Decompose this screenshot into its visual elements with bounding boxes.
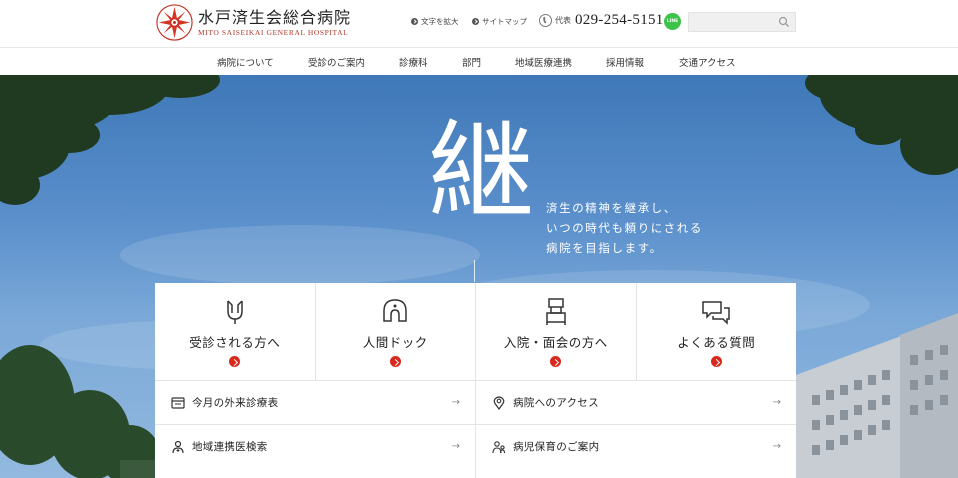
search-icon[interactable]: [778, 16, 790, 28]
card-inpatient-visitor-label: 入院・面会の方へ: [503, 335, 608, 350]
logo-subtitle: MITO SAISEIKAI GENERAL HOSPITAL: [198, 27, 349, 37]
childcare-icon: [492, 440, 506, 453]
saiseikai-emblem-icon: [156, 4, 193, 41]
card-health-checkup-label: 人間ドック: [362, 335, 428, 350]
bed-icon: [546, 298, 566, 325]
arrow-right-icon: →: [772, 441, 781, 452]
hero-message-line-1: 済生の精神を継承し、: [546, 201, 677, 215]
arrow-right-icon: →: [451, 441, 460, 452]
link-regional-doctor-search[interactable]: 地域連携医検索 →: [155, 424, 475, 468]
text-size-link[interactable]: 文字を拡大: [411, 16, 459, 27]
card-inpatient-visitor[interactable]: 入院・面会の方へ: [476, 283, 637, 380]
link-hospital-access[interactable]: 病院へのアクセス →: [476, 380, 796, 424]
nav-item-access[interactable]: 交通アクセス: [679, 55, 736, 69]
phone-contact[interactable]: 代表 029-254-5151: [539, 12, 664, 29]
arrow-right-icon: →: [451, 397, 460, 408]
search-box: [688, 12, 796, 35]
logo-text: 水戸済生会総合病院 MITO SAISEIKAI GENERAL HOSPITA…: [198, 8, 351, 38]
nav-item-regional[interactable]: 地域医療連携: [515, 55, 572, 69]
arrow-right-icon: [550, 356, 562, 367]
link-regional-doctor-search-label: 地域連携医検索: [192, 441, 268, 453]
hero-message-line-2: いつの時代も頼りにされる: [546, 221, 703, 235]
hero-message-line-3: 病院を目指します。: [546, 241, 663, 255]
link-outpatient-schedule-label: 今月の外来診療表: [192, 397, 279, 409]
hero-message: 済生の精神を継承し、 いつの時代も頼りにされる 病院を目指します。: [546, 198, 703, 258]
arrow-circle-icon: [411, 18, 418, 25]
link-sick-childcare[interactable]: 病児保育のご案内 →: [476, 424, 796, 468]
hero-kanji: 継: [428, 110, 534, 233]
phone-label: 代表: [555, 16, 571, 25]
link-sick-childcare-label: 病児保育のご案内: [513, 441, 600, 453]
site-header: 水戸済生会総合病院 MITO SAISEIKAI GENERAL HOSPITA…: [0, 0, 958, 47]
main-navigation: 病院について 受診のご案内 診療科 部門 地域医療連携 採用情報 交通アクセス: [0, 47, 958, 75]
phone-number: 029-254-5151: [575, 12, 664, 28]
hero-divider-line: [474, 260, 475, 282]
nav-item-about[interactable]: 病院について: [217, 55, 274, 69]
card-outpatient-label: 受診される方へ: [189, 335, 281, 350]
nav-item-departments[interactable]: 診療科: [399, 55, 428, 69]
link-hospital-access-label: 病院へのアクセス: [513, 397, 599, 409]
line-icon[interactable]: LINE: [664, 13, 681, 30]
calendar-icon: [171, 396, 185, 409]
card-health-checkup[interactable]: 人間ドック: [316, 283, 476, 380]
arrow-right-icon: [229, 356, 241, 367]
arrow-right-icon: [389, 356, 401, 367]
nav-item-recruit[interactable]: 採用情報: [606, 55, 644, 69]
link-outpatient-schedule[interactable]: 今月の外来診療表 →: [155, 380, 475, 424]
arrow-right-icon: [710, 356, 722, 367]
arrow-right-icon: →: [772, 397, 781, 408]
hospital-logo[interactable]: 水戸済生会総合病院 MITO SAISEIKAI GENERAL HOSPITA…: [156, 4, 351, 41]
card-faq[interactable]: よくある質問: [637, 283, 797, 380]
card-faq-label: よくある質問: [677, 335, 756, 350]
map-pin-icon: [493, 395, 505, 410]
logo-title: 水戸済生会総合病院: [198, 7, 352, 27]
nav-item-consultation[interactable]: 受診のご案内: [308, 55, 365, 69]
text-size-label: 文字を拡大: [421, 17, 459, 26]
doctor-search-icon: [172, 440, 184, 453]
quick-links: 今月の外来診療表 → 病院へのアクセス → 地域連携医検索 → 病児保育のご案内…: [155, 380, 796, 478]
quick-access-cards: 受診される方へ 人間ドック 入院・面会の方へ よくある質問: [155, 283, 796, 380]
search-input[interactable]: [689, 16, 775, 35]
card-outpatient[interactable]: 受診される方へ: [155, 283, 316, 380]
sitemap-label: サイトマップ: [482, 17, 527, 26]
chat-bubbles-icon: [702, 301, 730, 325]
nav-item-divisions[interactable]: 部門: [462, 55, 481, 69]
checkup-icon: [383, 299, 407, 322]
stethoscope-icon: [227, 300, 243, 324]
arrow-circle-icon: [472, 18, 479, 25]
sitemap-link[interactable]: サイトマップ: [472, 16, 527, 27]
phone-icon: [539, 14, 552, 27]
